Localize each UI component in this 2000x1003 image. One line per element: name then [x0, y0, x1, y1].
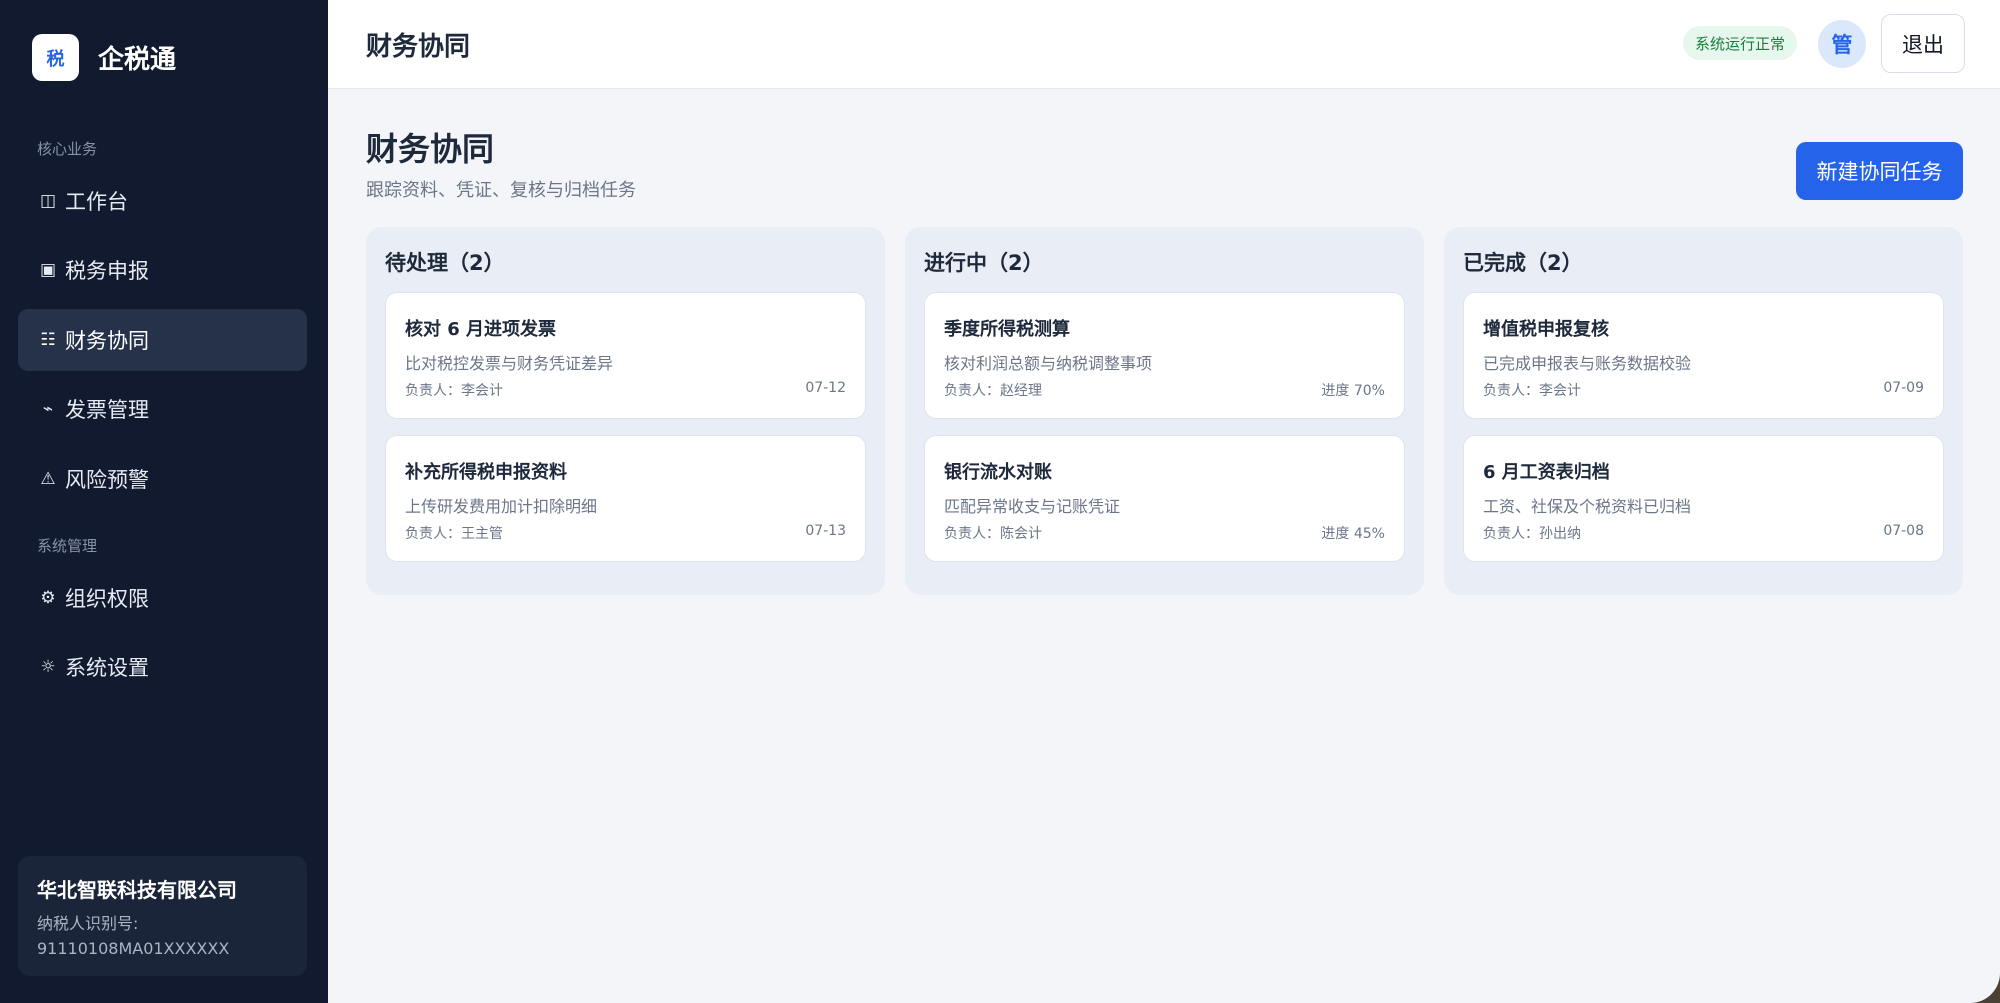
brand-logo-icon: 税 [32, 34, 79, 81]
sidebar-item-invoice[interactable]: ⌁ 发票管理 [18, 378, 307, 440]
card-progress: 进度 70% [1321, 383, 1385, 399]
card-title: 6 月工资表归档 [1483, 462, 1610, 483]
task-card[interactable]: 季度所得税测算 核对利润总额与纳税调整事项 负责人：赵经理 进度 70% [924, 292, 1405, 419]
nav-group-system-label: 系统管理 [37, 537, 98, 555]
tax-id-label: 纳税人识别号: [37, 914, 139, 933]
card-title: 银行流水对账 [944, 462, 1052, 483]
card-due-date: 07-08 [1883, 523, 1924, 539]
avatar[interactable]: 管 [1818, 20, 1866, 68]
kanban-column-in-progress: 进行中（2） 季度所得税测算 核对利润总额与纳税调整事项 负责人：赵经理 进度 … [905, 227, 1424, 595]
card-description: 匹配异常收支与记账凭证 [944, 497, 1121, 516]
brand-name: 企税通 [98, 45, 177, 75]
settings-sun-icon: ☼ [40, 657, 56, 677]
card-title: 核对 6 月进项发票 [405, 319, 557, 340]
page-subtitle: 跟踪资料、凭证、复核与归档任务 [366, 180, 636, 201]
card-title: 增值税申报复核 [1483, 319, 1609, 340]
page-title: 财务协同 [366, 130, 495, 168]
task-card[interactable]: 增值税申报复核 已完成申报表与账务数据校验 负责人：李会计 07-09 [1463, 292, 1944, 419]
sidebar-item-label: 系统设置 [65, 656, 149, 680]
topbar: 财务协同 系统运行正常 管 退出 [328, 0, 2000, 89]
sidebar-item-settings[interactable]: ☼ 系统设置 [18, 636, 307, 698]
card-owner: 负责人：孙出纳 [1483, 526, 1581, 542]
kanban-column-done: 已完成（2） 增值税申报复核 已完成申报表与账务数据校验 负责人：李会计 07-… [1444, 227, 1963, 595]
nav-group-core-label: 核心业务 [37, 140, 98, 158]
logout-button[interactable]: 退出 [1881, 14, 1965, 73]
card-description: 核对利润总额与纳税调整事项 [944, 354, 1153, 373]
gear-icon: ⚙ [40, 588, 56, 608]
task-card[interactable]: 核对 6 月进项发票 比对税控发票与财务凭证差异 负责人：李会计 07-12 [385, 292, 866, 419]
card-progress: 进度 45% [1321, 526, 1385, 542]
status-badge: 系统运行正常 [1683, 26, 1798, 60]
warning-icon: ⚠ [40, 469, 56, 489]
card-description: 工资、社保及个税资料已归档 [1483, 497, 1692, 516]
sidebar-item-label: 发票管理 [65, 398, 149, 422]
sidebar-item-workbench[interactable]: ◫ 工作台 [18, 170, 307, 232]
new-task-button[interactable]: 新建协同任务 [1796, 142, 1963, 200]
sidebar-item-risk-alert[interactable]: ⚠ 风险预警 [18, 448, 307, 510]
card-owner: 负责人：赵经理 [944, 383, 1042, 399]
sidebar: 税 企税通 核心业务 ◫ 工作台 ▣ 税务申报 ☷ 财务协同 ⌁ 发票管理 ⚠ … [0, 0, 328, 1003]
card-owner: 负责人：陈会计 [944, 526, 1042, 542]
brand[interactable]: 税 企税通 [32, 34, 176, 81]
tax-id-value: 91110108MA01XXXXXX [37, 939, 230, 958]
column-title: 已完成（2） [1463, 251, 1583, 275]
card-owner: 负责人：李会计 [405, 383, 503, 399]
sidebar-item-finance-collab[interactable]: ☷ 财务协同 [18, 309, 307, 371]
task-card[interactable]: 补充所得税申报资料 上传研发费用加计扣除明细 负责人：王主管 07-13 [385, 435, 866, 562]
kanban-column-pending: 待处理（2） 核对 6 月进项发票 比对税控发票与财务凭证差异 负责人：李会计 … [366, 227, 885, 595]
card-due-date: 07-12 [805, 380, 846, 396]
card-description: 已完成申报表与账务数据校验 [1483, 354, 1692, 373]
task-card[interactable]: 6 月工资表归档 工资、社保及个税资料已归档 负责人：孙出纳 07-08 [1463, 435, 1944, 562]
card-title: 季度所得税测算 [944, 319, 1070, 340]
company-card: 华北智联科技有限公司 纳税人识别号: 91110108MA01XXXXXX [18, 856, 307, 976]
card-due-date: 07-09 [1883, 380, 1924, 396]
card-description: 上传研发费用加计扣除明细 [405, 497, 598, 516]
sidebar-item-label: 财务协同 [65, 329, 149, 353]
filing-icon: ▣ [39, 260, 57, 280]
card-owner: 负责人：李会计 [1483, 383, 1581, 399]
card-description: 比对税控发票与财务凭证差异 [405, 354, 614, 373]
sidebar-item-label: 工作台 [65, 190, 128, 214]
card-due-date: 07-13 [805, 523, 846, 539]
sidebar-item-tax-filing[interactable]: ▣ 税务申报 [18, 239, 307, 301]
column-title: 待处理（2） [385, 251, 505, 275]
task-card[interactable]: 银行流水对账 匹配异常收支与记账凭证 负责人：陈会计 进度 45% [924, 435, 1405, 562]
company-name: 华北智联科技有限公司 [37, 878, 237, 902]
invoice-icon: ⌁ [42, 399, 54, 419]
sidebar-item-label: 风险预警 [65, 468, 149, 492]
column-title: 进行中（2） [924, 251, 1044, 275]
card-owner: 负责人：王主管 [405, 526, 503, 542]
topbar-title: 财务协同 [366, 32, 471, 62]
app-window: 税 企税通 核心业务 ◫ 工作台 ▣ 税务申报 ☷ 财务协同 ⌁ 发票管理 ⚠ … [0, 0, 2000, 1003]
sidebar-item-label: 组织权限 [65, 587, 149, 611]
dashboard-icon: ◫ [39, 191, 57, 211]
sidebar-item-label: 税务申报 [65, 259, 149, 283]
sidebar-item-org-permissions[interactable]: ⚙ 组织权限 [18, 567, 307, 629]
collaboration-icon: ☷ [40, 330, 56, 350]
card-title: 补充所得税申报资料 [405, 462, 567, 483]
